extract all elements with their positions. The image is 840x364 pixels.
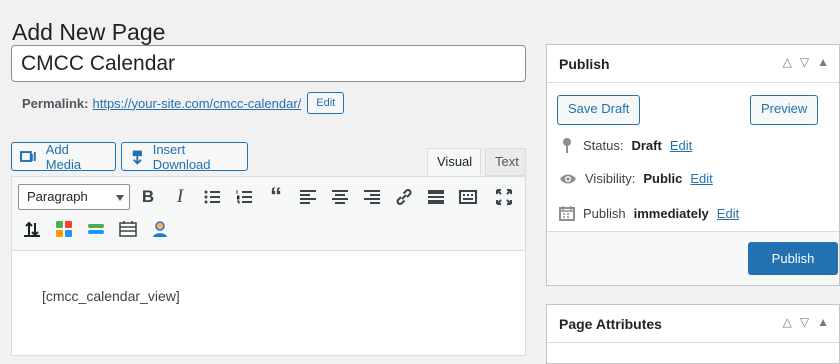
download-icon [132, 150, 142, 165]
page-attributes-box: Page Attributes △ ▽ ▲ [546, 304, 840, 364]
publish-box-header: Publish △ ▽ ▲ [547, 45, 839, 83]
collapse-icon[interactable]: ▲ [817, 55, 829, 69]
fullscreen-icon[interactable] [492, 185, 516, 209]
link-icon[interactable] [392, 185, 416, 209]
page-title: Add New Page [12, 19, 166, 46]
add-media-label: Add Media [45, 141, 82, 172]
eye-icon [560, 174, 576, 183]
visibility-value: Public [643, 171, 683, 186]
visibility-row: Visibility: Public Edit [559, 171, 713, 186]
align-right-icon[interactable] [360, 185, 384, 209]
numbered-list-icon[interactable] [232, 185, 256, 209]
calendar-icon [559, 206, 575, 221]
chevron-down-icon [116, 195, 124, 201]
move-up-icon[interactable]: △ [783, 55, 792, 69]
visibility-label: Visibility: [585, 171, 636, 186]
page-attributes-header: Page Attributes △ ▽ ▲ [547, 305, 839, 343]
read-more-icon[interactable] [424, 185, 448, 209]
align-center-icon[interactable] [328, 185, 352, 209]
bullet-list-icon[interactable] [200, 185, 224, 209]
tab-text[interactable]: Text [485, 148, 526, 176]
move-down-icon[interactable]: ▽ [800, 315, 809, 329]
move-down-icon[interactable]: ▽ [800, 55, 809, 69]
permalink-url[interactable]: https://your-site.com/cmcc-calendar/ [92, 96, 301, 111]
toolbar-toggle-icon[interactable] [456, 185, 480, 209]
schedule-value: immediately [633, 205, 709, 221]
permalink-label: Permalink: [22, 95, 89, 111]
pin-icon [563, 138, 571, 153]
insert-download-label: Insert Download [152, 141, 211, 172]
format-select-value: Paragraph [27, 189, 88, 204]
permalink-row: Permalink: https://your-site.com/cmcc-ca… [22, 92, 345, 114]
collapse-icon[interactable]: ▲ [817, 315, 829, 329]
publish-box: Publish △ ▽ ▲ Save Draft Preview Status:… [546, 44, 840, 286]
preview-button[interactable]: Preview [750, 95, 819, 125]
format-select[interactable]: Paragraph [18, 184, 130, 210]
bold-icon[interactable]: B [136, 185, 160, 209]
schedule-edit-link[interactable]: Edit [717, 206, 739, 221]
blockquote-icon[interactable]: “ [264, 183, 288, 210]
add-media-button[interactable]: Add Media [11, 141, 116, 172]
publish-button[interactable]: Publish [748, 242, 838, 275]
permalink-edit-button[interactable]: Edit [307, 92, 345, 114]
insert-download-button[interactable]: Insert Download [121, 141, 248, 172]
status-edit-link[interactable]: Edit [670, 138, 692, 153]
media-icon [20, 150, 36, 162]
grid-blocks-icon[interactable] [52, 217, 76, 241]
schedule-label: Publish [583, 205, 626, 221]
post-title-input[interactable]: CMCC Calendar [11, 45, 526, 82]
editor-content-text[interactable]: [cmcc_calendar_view] [42, 288, 180, 304]
sort-arrows-icon[interactable] [20, 217, 44, 241]
move-up-icon[interactable]: △ [783, 315, 792, 329]
status-label: Status: [583, 137, 624, 153]
page-attributes-title: Page Attributes [559, 315, 662, 332]
table-icon[interactable] [116, 217, 140, 241]
layers-icon[interactable] [84, 217, 108, 241]
visibility-edit-link[interactable]: Edit [690, 171, 712, 186]
editor-toolbar: Paragraph B I “ [12, 177, 525, 251]
tab-visual[interactable]: Visual [427, 148, 481, 176]
publish-box-title: Publish [559, 55, 610, 72]
save-draft-button[interactable]: Save Draft [557, 95, 641, 125]
schedule-row: Publish immediately Edit [559, 205, 739, 221]
content-editor[interactable]: Paragraph B I “ [cmcc_calendar_view] [11, 176, 526, 356]
status-value: Draft [631, 137, 662, 153]
status-row: Status: Draft Edit [559, 137, 692, 153]
publish-actions: Publish [547, 231, 839, 285]
align-left-icon[interactable] [296, 185, 320, 209]
user-icon[interactable] [148, 217, 172, 241]
italic-icon[interactable]: I [168, 185, 192, 209]
